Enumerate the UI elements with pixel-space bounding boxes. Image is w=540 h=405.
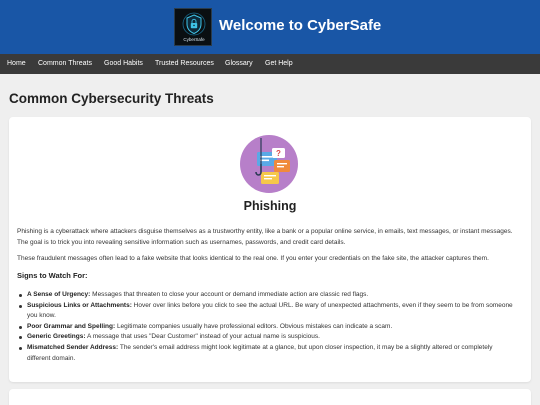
sign-text: Messages that threaten to close your acc…: [90, 291, 369, 298]
sign-label: Suspicious Links or Attachments:: [27, 301, 132, 309]
threat-description: Phishing is a cyberattack where attacker…: [17, 228, 513, 246]
main-navigation: Home Common Threats Good Habits Trusted …: [0, 54, 540, 74]
signs-heading: Signs to Watch For:: [17, 271, 88, 280]
threat-card-phishing: ? Phishing Phishing is a cyberattack whe…: [9, 117, 531, 382]
cybersafe-logo[interactable]: CyberSafe: [174, 8, 212, 46]
svg-text:?: ?: [276, 149, 281, 158]
nav-item-trusted-resources[interactable]: Trusted Resources: [155, 54, 214, 74]
nav-item-glossary[interactable]: Glossary: [225, 54, 253, 74]
nav-item-common-threats[interactable]: Common Threats: [38, 54, 92, 74]
signs-list: A Sense of Urgency: Messages that threat…: [19, 290, 517, 364]
sign-label: Mismatched Sender Address:: [27, 343, 119, 351]
sign-text: A message that uses "Dear Customer" inst…: [85, 333, 320, 341]
page-title: Common Cybersecurity Threats: [9, 91, 214, 106]
list-item: A Sense of Urgency: Messages that threat…: [19, 290, 517, 301]
nav-item-get-help[interactable]: Get Help: [265, 54, 293, 74]
list-item: Poor Grammar and Spelling: Legitimate co…: [19, 322, 517, 333]
site-title: Welcome to CyberSafe: [219, 17, 382, 34]
nav-item-good-habits[interactable]: Good Habits: [104, 54, 143, 74]
nav-item-home[interactable]: Home: [7, 54, 26, 74]
sign-label: Poor Grammar and Spelling:: [27, 322, 116, 330]
threat-details: These fraudulent messages often lead to …: [17, 255, 489, 262]
threat-title: Phishing: [243, 199, 297, 213]
phishing-illustration-icon: ?: [240, 135, 298, 193]
next-threat-card: [9, 389, 531, 405]
list-item: Suspicious Links or Attachments: Hover o…: [19, 301, 517, 322]
sign-label: A Sense of Urgency:: [27, 291, 91, 298]
list-item: Generic Greetings: A message that uses "…: [19, 332, 517, 343]
list-item: Mismatched Sender Address: The sender's …: [19, 343, 517, 364]
site-header: CyberSafe Welcome to CyberSafe: [0, 0, 540, 54]
sign-label: Generic Greetings:: [27, 333, 86, 341]
logo-text: CyberSafe: [183, 37, 205, 42]
sign-text: Legitimate companies usually have profes…: [115, 322, 393, 330]
